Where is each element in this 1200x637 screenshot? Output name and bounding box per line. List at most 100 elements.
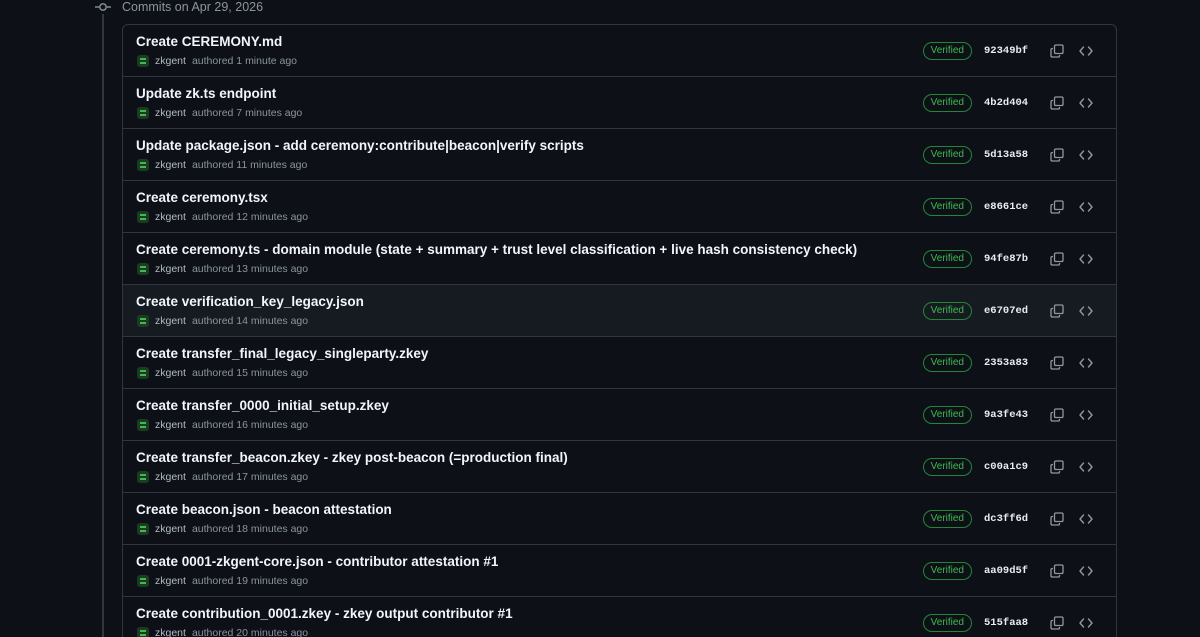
copy-icon[interactable] — [1047, 353, 1067, 373]
commit-author-link[interactable]: zkgent — [155, 419, 186, 431]
code-icon[interactable] — [1076, 197, 1096, 217]
avatar[interactable] — [137, 367, 149, 379]
commit-sha-link[interactable]: dc3ff6d — [984, 513, 1028, 525]
commit-title-link[interactable]: Create ceremony.ts - domain module (stat… — [136, 242, 857, 258]
code-icon[interactable] — [1076, 249, 1096, 269]
verified-badge[interactable]: Verified — [922, 458, 972, 476]
commit-sha-link[interactable]: 92349bf — [984, 45, 1028, 57]
code-icon[interactable] — [1076, 145, 1096, 165]
commit-actions: Verified e8661ce — [922, 197, 1096, 217]
code-icon[interactable] — [1076, 41, 1096, 61]
avatar[interactable] — [137, 315, 149, 327]
commit-timestamp: authored 13 minutes ago — [191, 263, 309, 275]
commit-row: Create CEREMONY.md zkgent authored 1 minut… — [123, 25, 1116, 77]
verified-badge[interactable]: Verified — [922, 406, 972, 424]
commit-sha-link[interactable]: 515faa8 — [984, 617, 1028, 629]
commit-sha-link[interactable]: 9a3fe43 — [984, 409, 1028, 421]
code-icon[interactable] — [1076, 93, 1096, 113]
verified-badge[interactable]: Verified — [922, 42, 972, 60]
commit-meta: zkgent authored 18 minutes ago — [137, 523, 308, 535]
commit-title-link[interactable]: Create CEREMONY.md — [136, 34, 282, 50]
code-icon[interactable] — [1076, 353, 1096, 373]
commit-title-link[interactable]: Create transfer_0000_initial_setup.zkey — [136, 398, 389, 414]
commit-row: Create beacon.json - beacon attestation z… — [123, 493, 1116, 545]
avatar[interactable] — [137, 523, 149, 535]
verified-badge[interactable]: Verified — [922, 250, 972, 268]
copy-icon[interactable] — [1047, 301, 1067, 321]
verified-badge[interactable]: Verified — [922, 198, 972, 216]
commit-row: Create transfer_beacon.zkey - zkey post-… — [123, 441, 1116, 493]
copy-icon[interactable] — [1047, 509, 1067, 529]
code-icon[interactable] — [1076, 457, 1096, 477]
verified-badge[interactable]: Verified — [922, 614, 972, 632]
verified-badge[interactable]: Verified — [922, 562, 972, 580]
commit-title-link[interactable]: Create 0001-zkgent-core.json - contribut… — [136, 554, 498, 570]
commit-sha-link[interactable]: aa09d5f — [984, 565, 1028, 577]
commit-author-link[interactable]: zkgent — [155, 367, 186, 379]
copy-icon[interactable] — [1047, 457, 1067, 477]
commit-group-header: Commits on Apr 29, 2026 — [94, 0, 263, 14]
commit-sha-link[interactable]: 5d13a58 — [984, 149, 1028, 161]
verified-badge[interactable]: Verified — [922, 510, 972, 528]
avatar[interactable] — [137, 107, 149, 119]
commit-author-link[interactable]: zkgent — [155, 263, 186, 275]
copy-icon[interactable] — [1047, 561, 1067, 581]
avatar[interactable] — [137, 471, 149, 483]
commit-sha-link[interactable]: e8661ce — [984, 201, 1028, 213]
copy-icon[interactable] — [1047, 197, 1067, 217]
verified-badge[interactable]: Verified — [922, 354, 972, 372]
avatar[interactable] — [137, 55, 149, 67]
commit-author-link[interactable]: zkgent — [155, 315, 186, 327]
commit-author-link[interactable]: zkgent — [155, 575, 186, 587]
commit-sha-link[interactable]: 94fe87b — [984, 253, 1028, 265]
commit-meta: zkgent authored 13 minutes ago — [137, 263, 308, 275]
commit-author-link[interactable]: zkgent — [155, 523, 186, 535]
commit-author-link[interactable]: zkgent — [155, 55, 186, 67]
commit-row: Create 0001-zkgent-core.json - contribut… — [123, 545, 1116, 597]
avatar[interactable] — [137, 159, 149, 171]
verified-badge[interactable]: Verified — [922, 302, 972, 320]
code-icon[interactable] — [1076, 561, 1096, 581]
commit-author-link[interactable]: zkgent — [155, 471, 186, 483]
commit-author-link[interactable]: zkgent — [155, 107, 186, 119]
commit-sha-link[interactable]: 2353a83 — [984, 357, 1028, 369]
commit-timestamp: authored 17 minutes ago — [191, 471, 309, 483]
copy-icon[interactable] — [1047, 249, 1067, 269]
avatar[interactable] — [137, 419, 149, 431]
commit-row: Update zk.ts endpoint zkgent authored 7 mi… — [123, 77, 1116, 129]
commit-group-date: Commits on Apr 29, 2026 — [122, 0, 264, 14]
commit-meta: zkgent authored 20 minutes ago — [137, 627, 308, 637]
code-icon[interactable] — [1076, 301, 1096, 321]
commit-title-link[interactable]: Create contribution_0001.zkey - zkey out… — [136, 606, 513, 622]
commit-sha-link[interactable]: c00a1c9 — [984, 461, 1028, 473]
commit-title-link[interactable]: Create transfer_beacon.zkey - zkey post-… — [136, 450, 568, 466]
commit-sha-link[interactable]: 4b2d404 — [984, 97, 1028, 109]
commit-author-link[interactable]: zkgent — [155, 211, 186, 223]
copy-icon[interactable] — [1047, 145, 1067, 165]
commit-title-link[interactable]: Create transfer_final_legacy_singleparty… — [136, 346, 428, 362]
avatar[interactable] — [137, 211, 149, 223]
code-icon[interactable] — [1076, 405, 1096, 425]
commit-title-link[interactable]: Update package.json - add ceremony:contr… — [136, 138, 584, 154]
commit-title-link[interactable]: Update zk.ts endpoint — [136, 86, 276, 102]
copy-icon[interactable] — [1047, 93, 1067, 113]
copy-icon[interactable] — [1047, 405, 1067, 425]
avatar[interactable] — [137, 575, 149, 587]
copy-icon[interactable] — [1047, 41, 1067, 61]
commit-author-link[interactable]: zkgent — [155, 627, 186, 637]
commit-title-link[interactable]: Create beacon.json - beacon attestation — [136, 502, 392, 518]
commit-sha-link[interactable]: e6707ed — [984, 305, 1028, 317]
commit-title-link[interactable]: Create verification_key_legacy.json — [136, 294, 364, 310]
code-icon[interactable] — [1076, 613, 1096, 633]
avatar[interactable] — [137, 627, 149, 637]
commit-title-link[interactable]: Create ceremony.tsx — [136, 190, 268, 206]
code-icon[interactable] — [1076, 509, 1096, 529]
commit-author-link[interactable]: zkgent — [155, 159, 186, 171]
verified-badge[interactable]: Verified — [922, 94, 972, 112]
copy-icon[interactable] — [1047, 613, 1067, 633]
commit-meta: zkgent authored 11 minutes ago — [137, 159, 307, 171]
avatar[interactable] — [137, 263, 149, 275]
commit-actions: Verified dc3ff6d — [922, 509, 1096, 529]
commit-row: Create transfer_0000_initial_setup.zkeyz… — [123, 389, 1116, 441]
verified-badge[interactable]: Verified — [922, 146, 972, 164]
